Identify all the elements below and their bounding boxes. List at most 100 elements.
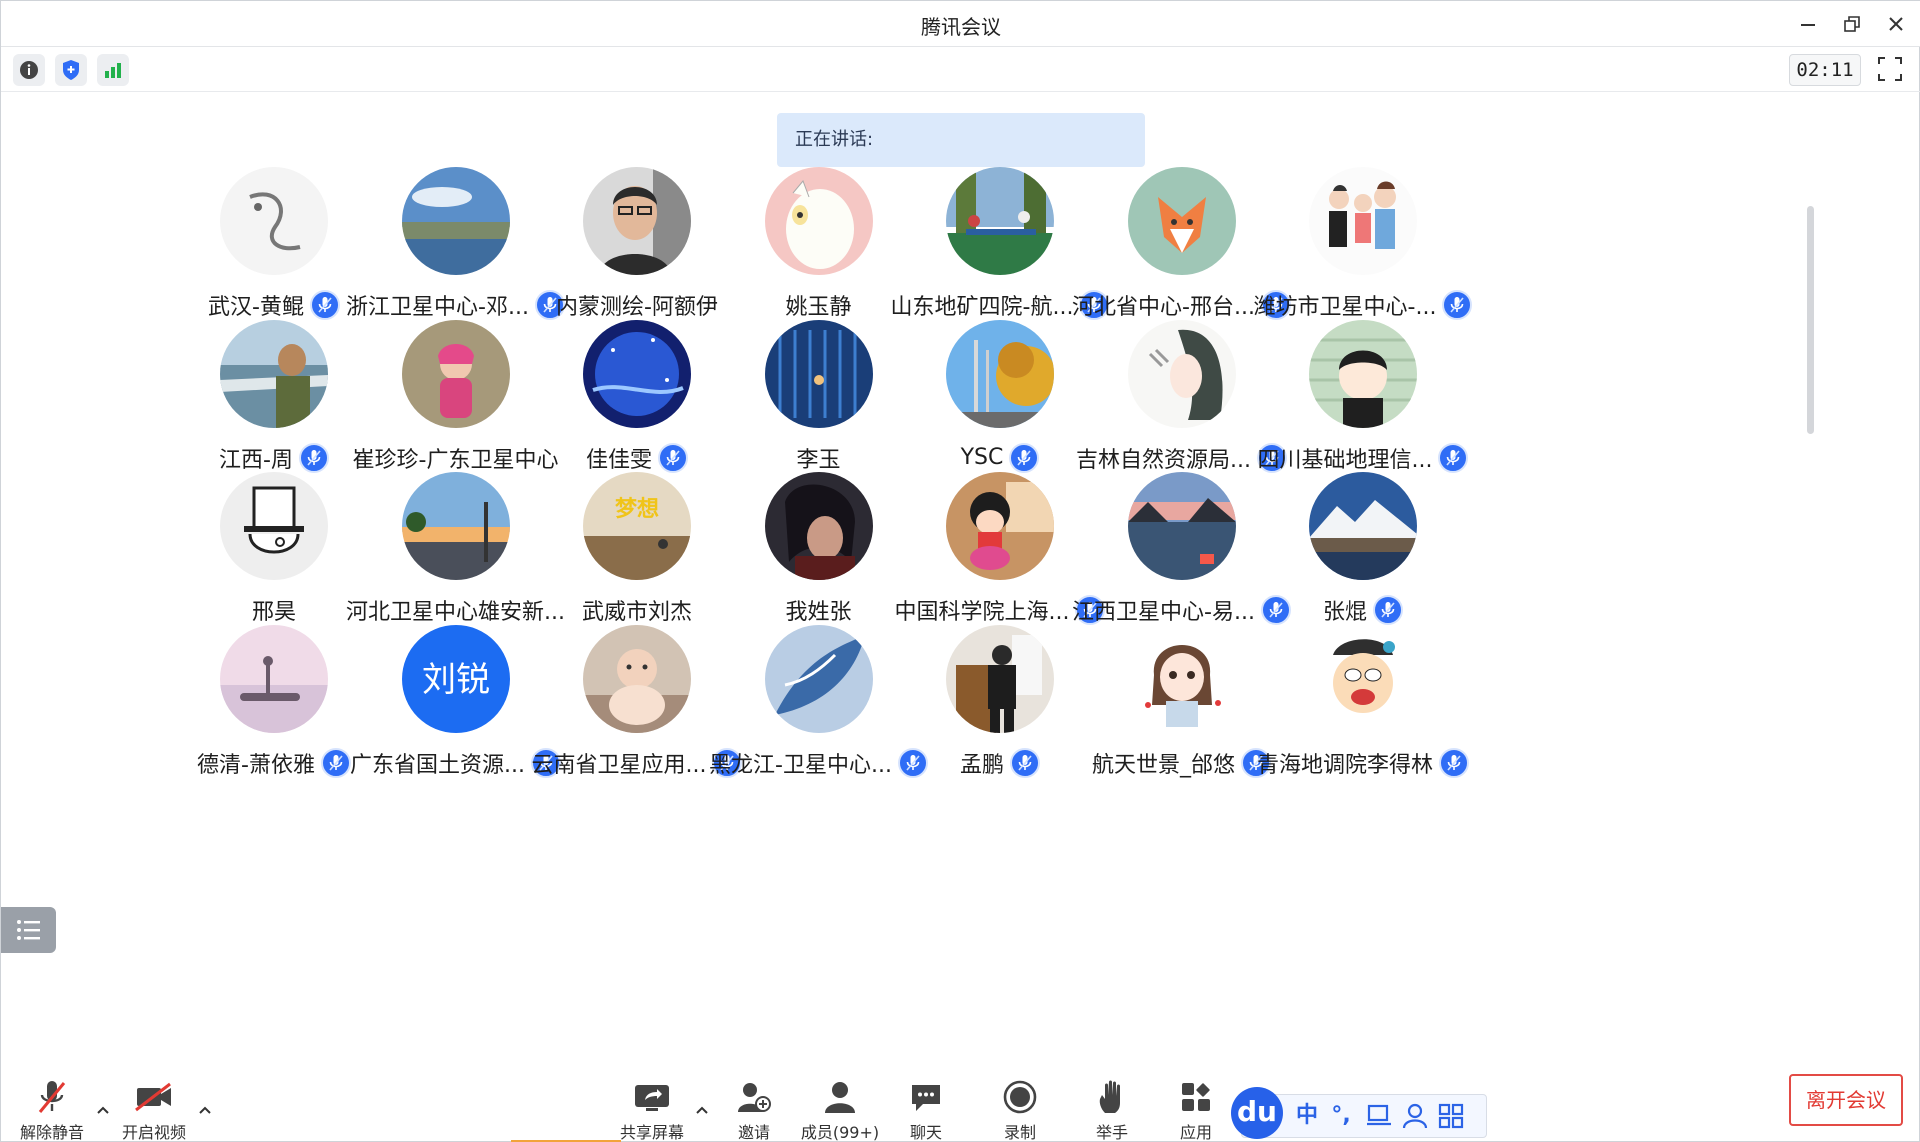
share-screen-label: 共享屏幕 [619, 1123, 684, 1142]
participant-avatar [220, 167, 328, 275]
ime-logo-icon[interactable]: du [1231, 1087, 1283, 1139]
invite-label: 邀请 [737, 1123, 770, 1142]
hand-icon [1099, 1080, 1120, 1113]
participant-avatar [764, 319, 873, 428]
participant-name: 浙江卫星中心-邓... [346, 295, 529, 320]
chevron-up-icon [97, 1106, 109, 1114]
participant-avatar: 梦想 [583, 472, 691, 580]
signal-bars-icon [105, 63, 121, 78]
participant-name-row: 四川基础地理信... [1252, 442, 1474, 474]
add-user-icon [738, 1083, 771, 1112]
participant-name: 武威市刘杰 [581, 600, 692, 625]
ime-chinese-mode[interactable]: 中 [1294, 1103, 1320, 1129]
audio-options-caret[interactable] [94, 1101, 112, 1119]
participant-name: 云南省卫星应用... [531, 752, 707, 778]
ime-keyboard-icon[interactable] [1366, 1103, 1392, 1129]
fullscreen-icon [1878, 57, 1902, 81]
participant-name: 姚玉静 [785, 295, 852, 320]
info-icon [20, 61, 38, 79]
participant-list-toggle[interactable] [1, 907, 56, 953]
muted-mic-icon [1439, 747, 1469, 778]
participant-name: 我姓张 [785, 600, 852, 625]
video-options-caret[interactable] [196, 1101, 214, 1119]
chat-label: 聊天 [909, 1123, 942, 1142]
minimize-button[interactable] [1793, 9, 1823, 39]
participant-tile[interactable]: 青海地调院李得林 [1252, 624, 1474, 805]
participant-avatar [1127, 624, 1236, 733]
participant-avatar [401, 472, 510, 580]
participant-avatar [1309, 319, 1417, 428]
muted-mic-icon [1438, 442, 1469, 473]
meeting-info-button[interactable] [13, 54, 45, 86]
participant-name-row: 青海地调院李得林 [1252, 747, 1474, 779]
chat-button[interactable]: 聊天 [883, 1079, 969, 1142]
participant-name: 张焜 [1322, 600, 1367, 625]
members-icon [825, 1082, 855, 1113]
participant-name: 武汉-黄鲲 [208, 295, 304, 320]
share-screen-button[interactable]: 共享屏幕 [609, 1079, 695, 1142]
speaking-indicator: 正在讲话: [777, 113, 1145, 167]
participant-avatar [764, 472, 873, 580]
chevron-up-icon [199, 1106, 211, 1114]
participant-avatar [220, 472, 328, 580]
record-icon [1003, 1080, 1037, 1114]
start-video-label: 开启视频 [121, 1123, 186, 1142]
meeting-info-bar: 02:11 [1, 48, 1920, 92]
participant-avatar [1127, 472, 1236, 580]
participant-avatar [764, 167, 873, 275]
participant-name: 河北省中心-邢台... [1072, 295, 1255, 320]
members-button[interactable]: 成员(99+) [797, 1079, 883, 1142]
grid-scrollbar[interactable] [1807, 206, 1814, 434]
muted-mic-icon [1009, 442, 1040, 473]
network-status-button[interactable] [97, 54, 129, 86]
avatar-initials: 刘锐 [422, 660, 490, 700]
restore-icon [1844, 16, 1860, 32]
chevron-up-icon [696, 1106, 708, 1114]
participant-name: 中国科学院上海... [894, 600, 1070, 625]
muted-mic-icon [658, 442, 688, 473]
participant-name: 四川基础地理信... [1257, 447, 1433, 473]
participant-avatar [220, 319, 328, 428]
ime-user-icon[interactable] [1402, 1103, 1428, 1129]
participant-name: 佳佳雯 [585, 447, 652, 473]
shield-icon [63, 60, 79, 80]
security-button[interactable] [55, 54, 87, 86]
muted-mic-icon [1442, 290, 1473, 320]
invite-button[interactable]: 邀请 [711, 1079, 797, 1142]
close-button[interactable] [1881, 9, 1911, 39]
record-button[interactable]: 录制 [977, 1079, 1063, 1142]
participant-name: 山东地矿四院-航... [890, 295, 1074, 320]
participant-avatar [946, 472, 1054, 580]
participant-name: 吉林自然资源局... [1076, 447, 1251, 473]
share-options-caret[interactable] [693, 1101, 711, 1119]
minimize-icon [1801, 24, 1815, 26]
leave-meeting-button[interactable]: 离开会议 [1789, 1074, 1903, 1126]
participant-name: YSC [960, 445, 1004, 470]
participant-avatar [401, 319, 510, 428]
participant-avatar [946, 624, 1054, 733]
participant-name: 青海地调院李得林 [1256, 752, 1433, 778]
participant-avatar [1127, 319, 1236, 428]
muted-mic-icon [1373, 595, 1403, 625]
participant-avatar [220, 624, 328, 733]
start-video-button[interactable]: 开启视频 [111, 1079, 197, 1142]
restore-button[interactable] [1837, 9, 1867, 39]
participant-avatar [764, 624, 873, 733]
apps-label: 应用 [1179, 1123, 1212, 1142]
participant-avatar [946, 319, 1054, 428]
video-off-icon [135, 1082, 171, 1112]
close-icon [1889, 17, 1903, 31]
unmute-button[interactable]: 解除静音 [9, 1079, 95, 1142]
raise-hand-button[interactable]: 举手 [1069, 1079, 1155, 1142]
svg-text:梦想: 梦想 [615, 496, 659, 522]
participant-name: 航天世景_邰悠 [1091, 752, 1235, 778]
participant-avatar [401, 167, 510, 275]
fullscreen-button[interactable] [1877, 56, 1907, 86]
members-label: 成员(99+) [800, 1123, 880, 1142]
ime-punctuation-mode[interactable]: °, [1328, 1103, 1354, 1129]
meeting-toolbar: 解除静音 开启视频 共享屏幕 邀请 成员(99+) 聊天 录制 举手 应用 [1, 1061, 1920, 1142]
ime-grid-icon[interactable] [1438, 1103, 1464, 1129]
participant-name: 内蒙测绘-阿额伊 [556, 295, 718, 320]
participant-avatar [583, 167, 691, 275]
apps-button[interactable]: 应用 [1153, 1079, 1239, 1142]
